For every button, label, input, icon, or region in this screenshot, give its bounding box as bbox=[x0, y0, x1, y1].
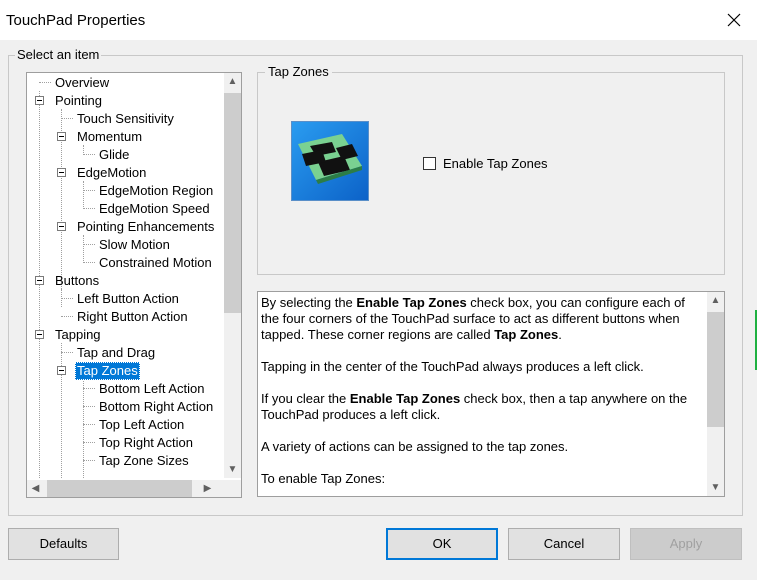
tree-item[interactable]: Top Left Action bbox=[97, 416, 186, 434]
tree-items: Overview Pointing Touch Sensitivity Momentu… bbox=[27, 73, 223, 478]
checkbox-box[interactable] bbox=[423, 156, 436, 170]
collapse-icon[interactable] bbox=[35, 96, 44, 105]
help-paragraph: A variety of actions can be assigned to … bbox=[261, 439, 569, 454]
tree-line bbox=[39, 82, 51, 83]
tree-item[interactable]: Touch Sensitivity bbox=[75, 110, 176, 128]
tree-hscroll-thumb[interactable] bbox=[47, 480, 192, 497]
tree-item[interactable]: Left Button Action bbox=[75, 290, 181, 308]
select-item-label: Select an item bbox=[15, 47, 102, 62]
apply-button[interactable]: Apply bbox=[630, 528, 742, 560]
close-button[interactable] bbox=[711, 0, 757, 40]
tree-item[interactable]: EdgeMotion Region bbox=[97, 182, 215, 200]
collapse-icon[interactable] bbox=[57, 132, 66, 141]
scroll-up-icon[interactable]: ▲ bbox=[224, 73, 241, 90]
tree-line bbox=[61, 343, 62, 478]
collapse-icon[interactable] bbox=[57, 222, 66, 231]
help-text-box[interactable]: By selecting the Enable Tap Zones check … bbox=[257, 291, 725, 497]
tree-item[interactable]: Tapping bbox=[53, 326, 103, 344]
enable-tap-zones-checkbox[interactable]: Enable Tap Zones bbox=[423, 155, 548, 171]
tree-item[interactable]: Bottom Right Action bbox=[97, 398, 215, 416]
collapse-icon[interactable] bbox=[57, 366, 66, 375]
help-paragraph: By selecting the Enable Tap Zones check … bbox=[261, 295, 685, 342]
scroll-right-icon[interactable]: ▶ bbox=[199, 480, 216, 497]
tree-line bbox=[83, 181, 84, 209]
tree-line bbox=[83, 442, 95, 443]
tap-zones-title: Tap Zones bbox=[265, 64, 332, 79]
tree-item[interactable]: Pointing bbox=[53, 92, 104, 110]
checkbox-label: Enable Tap Zones bbox=[443, 155, 548, 171]
tree-item[interactable]: Top Right Action bbox=[97, 434, 195, 452]
ok-button[interactable]: OK bbox=[386, 528, 498, 560]
tree-line bbox=[61, 298, 73, 299]
tree-item[interactable]: Overview bbox=[53, 74, 111, 92]
defaults-button[interactable]: Defaults bbox=[8, 528, 119, 560]
tree-item[interactable]: Buttons bbox=[53, 272, 101, 290]
title-bar: TouchPad Properties bbox=[0, 0, 757, 40]
tree-line bbox=[83, 460, 95, 461]
touchpad-tapzones-icon bbox=[291, 121, 369, 201]
tree-line bbox=[83, 262, 95, 263]
tree-horizontal-scrollbar[interactable]: ◀ ▶ bbox=[27, 480, 241, 497]
scroll-left-icon[interactable]: ◀ bbox=[27, 480, 44, 497]
scroll-down-icon[interactable]: ▼ bbox=[224, 461, 241, 478]
tree-item[interactable]: EdgeMotion bbox=[75, 164, 148, 182]
tree-item[interactable]: Constrained Motion bbox=[97, 254, 214, 272]
tree-item[interactable]: Tap Zone Sizes bbox=[97, 452, 191, 470]
cancel-button[interactable]: Cancel bbox=[508, 528, 620, 560]
tree-item[interactable]: Glide bbox=[97, 146, 131, 164]
tree-item[interactable]: Momentum bbox=[75, 128, 144, 146]
settings-tree[interactable]: Overview Pointing Touch Sensitivity Momentu… bbox=[26, 72, 242, 498]
scroll-down-icon[interactable]: ▼ bbox=[707, 479, 724, 496]
help-paragraph: If you clear the Enable Tap Zones check … bbox=[261, 391, 688, 422]
tree-line bbox=[83, 190, 95, 191]
tree-line bbox=[61, 352, 73, 353]
tree-line bbox=[83, 379, 84, 478]
tree-item[interactable]: Slow Motion bbox=[97, 236, 172, 254]
scroll-up-icon[interactable]: ▲ bbox=[707, 292, 724, 309]
tree-line bbox=[83, 235, 84, 263]
tree-line bbox=[61, 316, 73, 317]
tree-line bbox=[83, 208, 95, 209]
tree-line bbox=[83, 244, 95, 245]
collapse-icon[interactable] bbox=[35, 330, 44, 339]
collapse-icon[interactable] bbox=[57, 168, 66, 177]
window-title: TouchPad Properties bbox=[6, 12, 146, 29]
tree-vertical-scrollbar[interactable]: ▲ ▼ bbox=[224, 73, 241, 478]
tree-item[interactable]: Right Button Action bbox=[75, 308, 190, 326]
tree-scroll-thumb[interactable] bbox=[224, 93, 241, 313]
help-paragraph: To enable Tap Zones: bbox=[261, 471, 386, 486]
tree-item[interactable]: Tap and Drag bbox=[75, 344, 157, 362]
tree-line bbox=[83, 406, 95, 407]
tree-line bbox=[83, 424, 95, 425]
tree-line bbox=[83, 154, 95, 155]
help-scroll-thumb[interactable] bbox=[707, 312, 724, 427]
tree-line bbox=[61, 118, 73, 119]
tree-item[interactable]: Tap Zones bbox=[75, 362, 140, 380]
tree-item[interactable]: Bottom Left Action bbox=[97, 380, 207, 398]
help-vertical-scrollbar[interactable]: ▲ ▼ bbox=[707, 292, 724, 496]
tree-item[interactable]: Pointing Enhancements bbox=[75, 218, 216, 236]
help-text: By selecting the Enable Tap Zones check … bbox=[261, 295, 701, 496]
collapse-icon[interactable] bbox=[35, 276, 44, 285]
tree-line bbox=[83, 388, 95, 389]
help-paragraph: Tapping in the center of the TouchPad al… bbox=[261, 359, 644, 374]
tree-item[interactable]: EdgeMotion Speed bbox=[97, 200, 212, 218]
close-icon bbox=[727, 13, 741, 27]
